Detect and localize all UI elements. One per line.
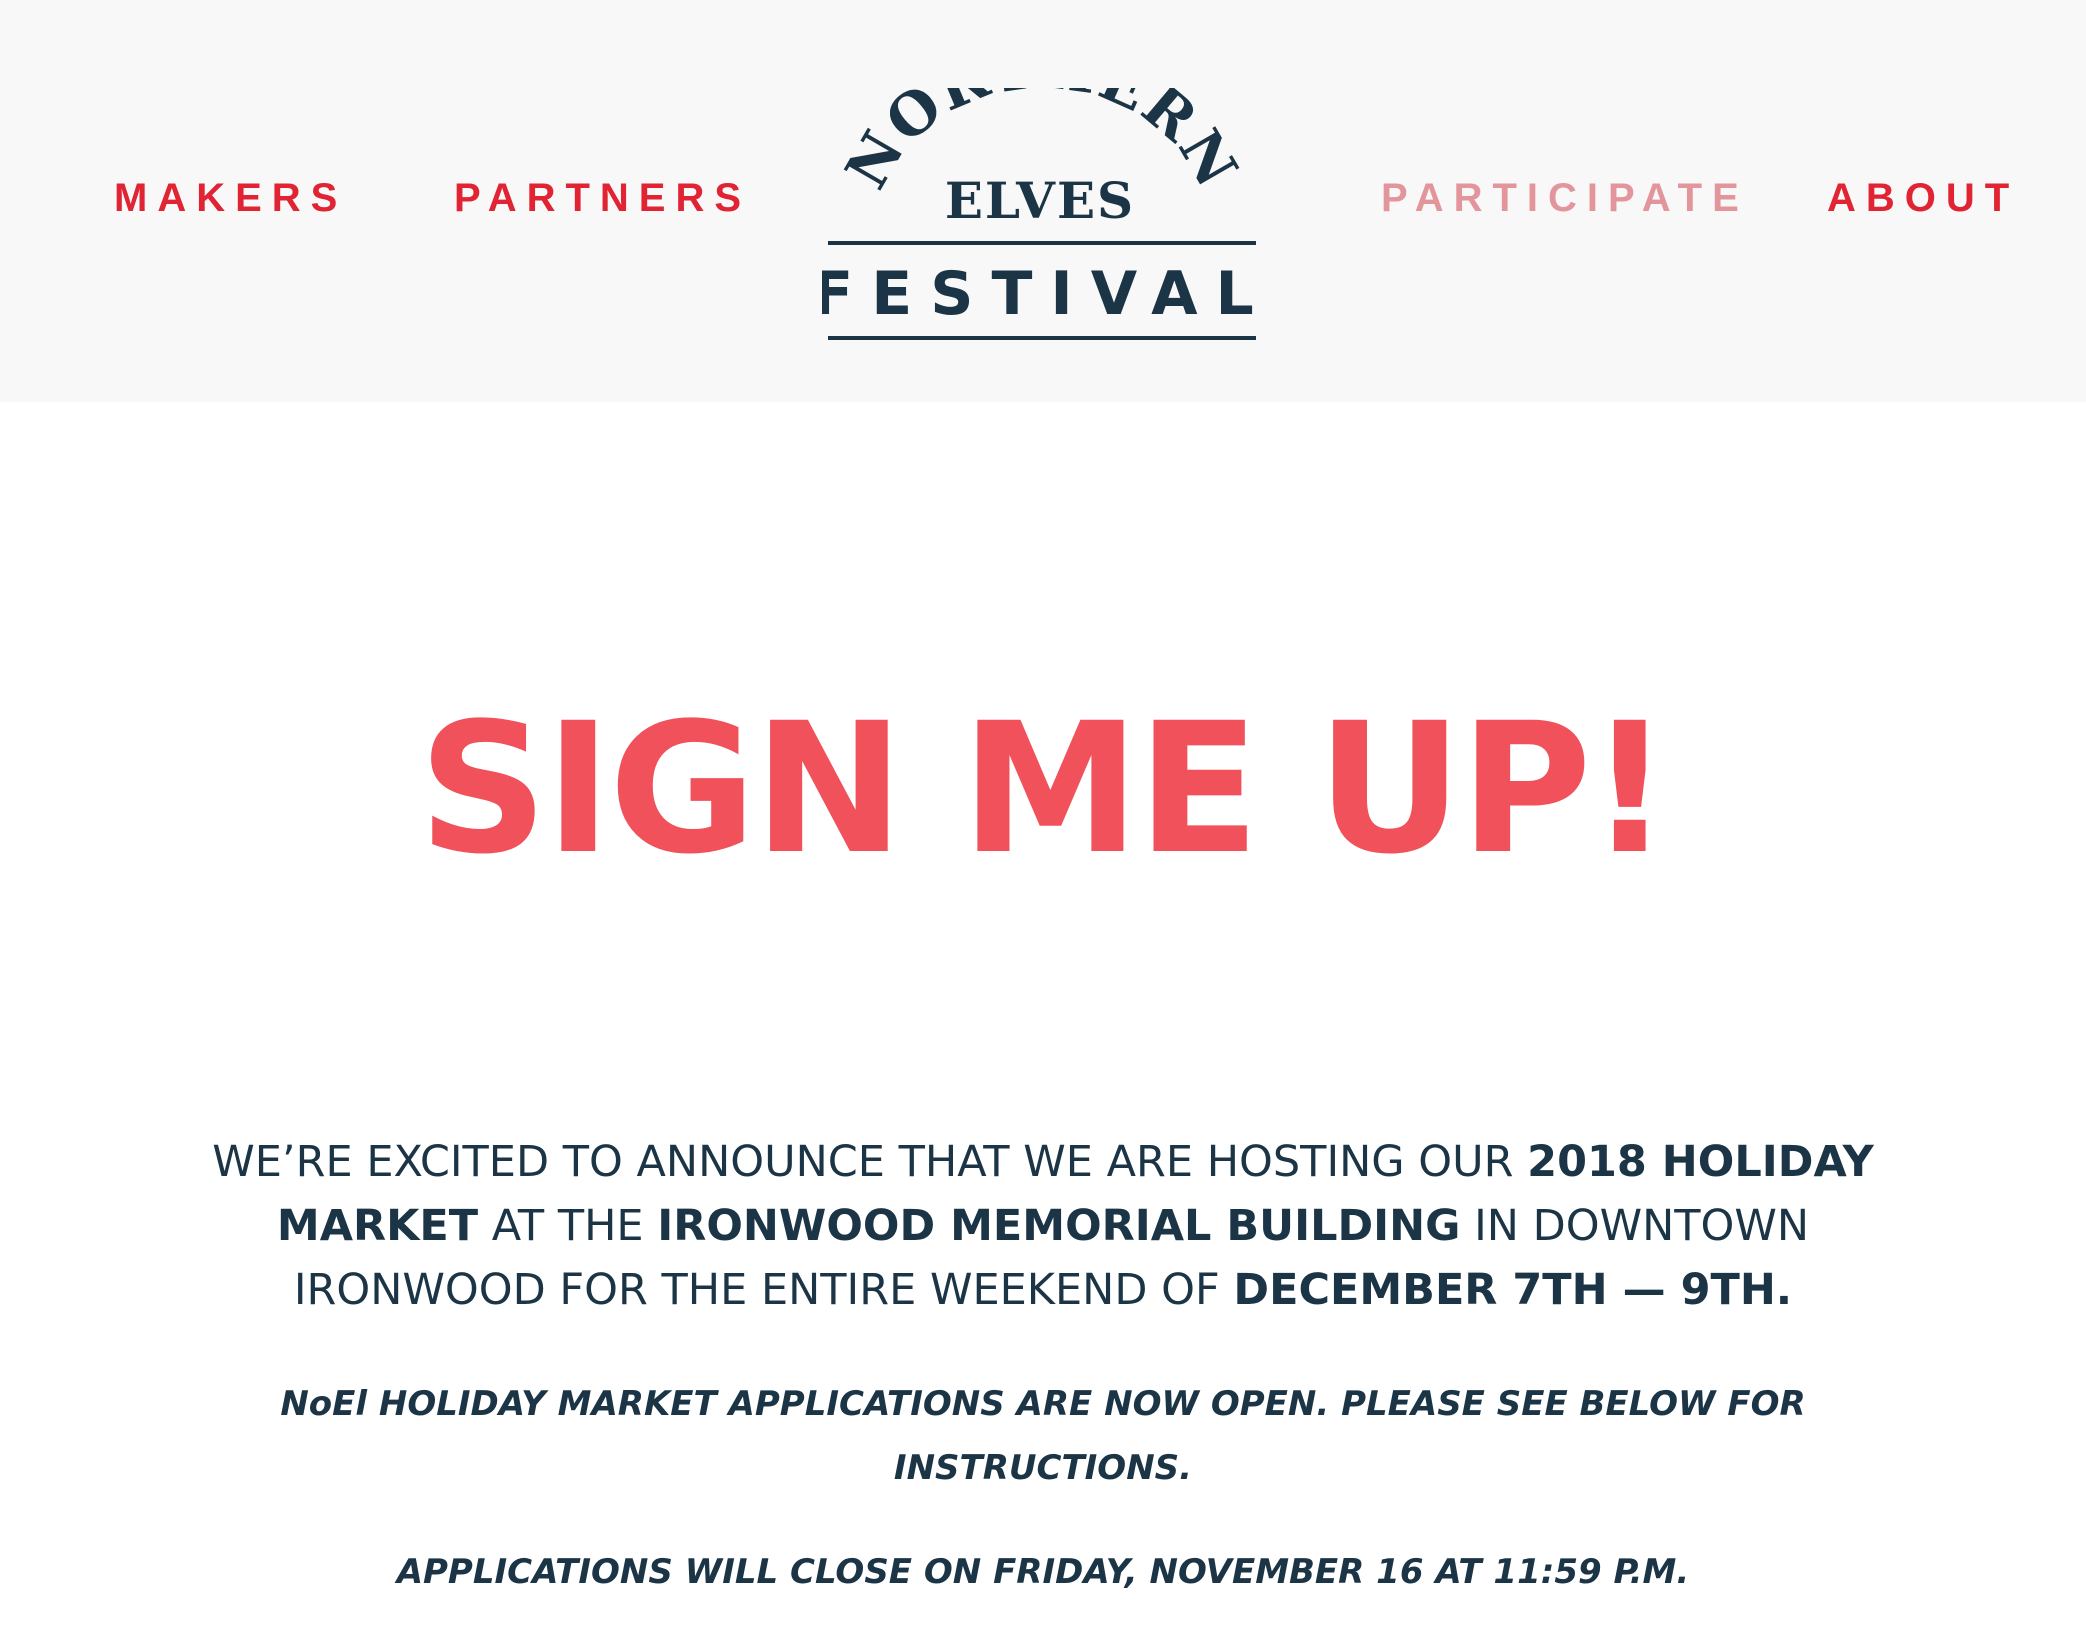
site-logo[interactable]: NORTHERN ELVES FESTIVAL	[812, 32, 1258, 348]
applications-close-notice: APPLICATIONS WILL CLOSE ON FRIDAY, NOVEM…	[396, 1552, 1690, 1592]
applications-open-notice: NoEl HOLIDAY MARKET APPLICATIONS ARE NOW…	[280, 1384, 1806, 1488]
nav-partners[interactable]: PARTNERS	[454, 172, 751, 224]
nav-about[interactable]: ABOUT	[1827, 172, 2019, 224]
northern-elves-festival-logo: NORTHERN ELVES FESTIVAL	[812, 32, 1258, 340]
logo-middle-text: ELVES	[945, 171, 1135, 230]
logo-bottom-text: FESTIVAL	[822, 259, 1258, 329]
intro-bold-dates: DECEMBER 7TH — 9TH.	[1233, 1265, 1793, 1315]
site-header: MAKERS PARTNERS NORTHERN ELVES FESTIVAL …	[0, 0, 2086, 402]
nav-participate[interactable]: PARTICIPATE	[1381, 172, 1749, 224]
intro-text: WE’RE EXCITED TO ANNOUNCE THAT WE ARE HO…	[212, 1137, 1528, 1187]
intro-bold-venue: IRONWOOD MEMORIAL BUILDING	[657, 1201, 1461, 1251]
hero-title: SIGN ME UP!	[418, 685, 1671, 894]
intro-text: AT THE	[478, 1201, 658, 1251]
intro-paragraph: WE’RE EXCITED TO ANNOUNCE THAT WE ARE HO…	[150, 1130, 1936, 1322]
nav-makers[interactable]: MAKERS	[114, 172, 347, 224]
